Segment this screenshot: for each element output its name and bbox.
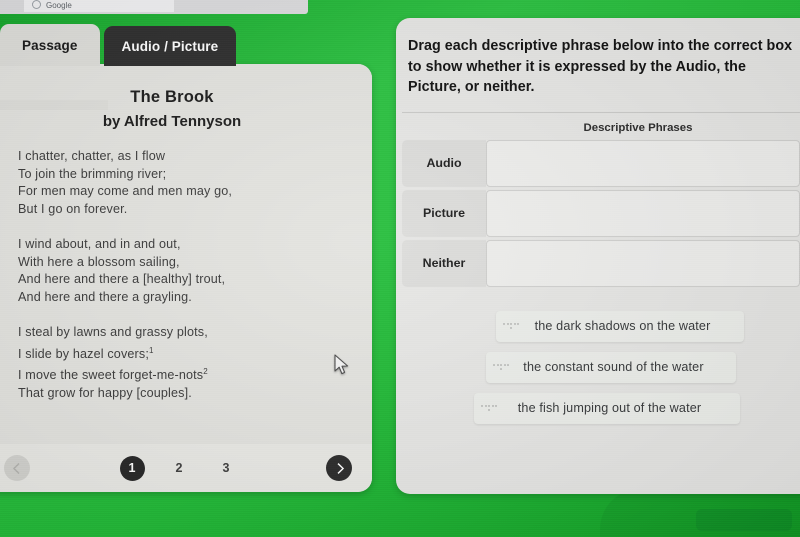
poem-author: by Alfred Tennyson — [102, 113, 242, 130]
poem-line: That grow for happy [couples]. — [18, 385, 192, 400]
instruction-part-3: , or neither. — [456, 79, 535, 95]
dropzone-target-audio[interactable] — [486, 139, 800, 187]
tab-bar: Passage Audio / Picture — [0, 24, 237, 66]
tab-passage-label: Passage — [22, 37, 78, 53]
instruction-bold-picture: Picture — [408, 79, 457, 95]
page-number-1[interactable]: 1 — [119, 455, 145, 481]
poem-line-with-footnote: I move the sweet forget-me-nots2 — [18, 363, 354, 385]
page-number-3[interactable]: 3 — [214, 456, 239, 481]
poem-stanza-2: I wind about, and in and out, With here … — [18, 236, 354, 306]
drag-handle-icon[interactable] — [493, 364, 509, 370]
browser-tab[interactable]: Google — [24, 0, 174, 12]
chevron-right-icon — [336, 462, 344, 474]
poem-line: With here a blossom sailing, — [18, 254, 180, 269]
page-number-2-label: 2 — [175, 461, 183, 475]
poem-line: I steal by lawns and grassy plots, — [18, 325, 208, 339]
poem-line: And here and there a [healthy] trout, — [18, 272, 226, 286]
draggable-phrase-3[interactable]: the fish jumping out of the water — [474, 392, 740, 424]
poem-line: To join the brimming river; — [18, 166, 167, 181]
poem-line: For men may come and men may go, — [18, 184, 233, 198]
dropzone-label-audio: Audio — [402, 139, 486, 187]
passage-body: The Brook by Alfred Tennyson I chatter, … — [0, 64, 372, 444]
activity-card: Drag each descriptive phrase below into … — [396, 18, 800, 494]
section-divider — [402, 111, 800, 113]
background-shape-secondary — [696, 509, 792, 531]
passage-card: The Brook by Alfred Tennyson I chatter, … — [0, 64, 372, 492]
page-number-3-label: 3 — [222, 461, 230, 475]
background-shape — [600, 489, 800, 537]
next-page-button[interactable] — [326, 455, 352, 481]
dropzone-target-picture[interactable] — [486, 189, 800, 237]
poem-line: But I go on forever. — [18, 201, 128, 216]
dropzone-table: Audio Picture Neither — [396, 139, 800, 287]
poem-line-text: I slide by hazel covers; — [18, 346, 149, 361]
phrase-bank: the dark shadows on the water the consta… — [396, 310, 800, 424]
dropzone-label-neither: Neither — [402, 239, 486, 287]
drag-handle-icon[interactable] — [481, 405, 497, 411]
tab-audio-picture[interactable]: Audio / Picture — [103, 26, 237, 66]
previous-page-button[interactable] — [4, 455, 30, 481]
draggable-phrase-1[interactable]: the dark shadows on the water — [496, 310, 744, 342]
instruction-text: Drag each descriptive phrase below into … — [396, 18, 800, 98]
instruction-bold-audio: Audio — [675, 58, 717, 75]
circle-favicon — [32, 0, 41, 9]
draggable-phrase-1-label: the dark shadows on the water — [534, 319, 711, 333]
instruction-part-2: , the — [716, 58, 746, 75]
tab-passage[interactable]: Passage — [0, 24, 100, 66]
browser-tab-title: Google — [46, 1, 72, 10]
app-background: Google Passage Audio / Picture The Brook… — [0, 0, 800, 537]
dropzone-label-picture: Picture — [402, 189, 486, 237]
draggable-phrase-2[interactable]: the constant sound of the water — [486, 351, 736, 383]
poem-stanza-1: I chatter, chatter, as I flow To join th… — [18, 148, 354, 218]
dropzone-target-neither[interactable] — [486, 239, 800, 287]
poem-line: I wind about, and in and out, — [18, 237, 181, 251]
poem-line-with-footnote: I slide by hazel covers;1 — [18, 342, 354, 364]
page-number-1-label: 1 — [128, 461, 136, 475]
chevron-left-icon — [12, 462, 20, 474]
poem-line-text: I move the sweet forget-me-nots — [18, 368, 204, 383]
passage-column: Passage Audio / Picture The Brook by Alf… — [0, 24, 376, 492]
footnote-marker[interactable]: 2 — [203, 367, 208, 376]
dropzone-row-neither: Neither — [402, 239, 800, 287]
draggable-phrase-2-label: the constant sound of the water — [523, 360, 704, 374]
dropzone-row-audio: Audio — [402, 139, 800, 187]
pagination-bar: 1 2 3 — [0, 444, 372, 492]
dropzone-column-header: Descriptive Phrases — [583, 121, 693, 134]
poem-stanza-3: I steal by lawns and grassy plots, I sli… — [18, 324, 354, 402]
drag-handle-icon[interactable] — [503, 323, 519, 329]
poem-line: And here and there a grayling. — [18, 289, 192, 304]
tab-audio-picture-label: Audio / Picture — [121, 38, 219, 54]
footnote-marker[interactable]: 1 — [149, 346, 154, 355]
draggable-phrase-3-label: the fish jumping out of the water — [517, 401, 702, 415]
browser-chrome-sliver: Google — [0, 0, 308, 14]
page-number-2[interactable]: 2 — [167, 456, 192, 481]
tab-blend-strip — [0, 100, 108, 110]
dropzone-row-picture: Picture — [402, 189, 800, 237]
poem-line: I chatter, chatter, as I flow — [18, 149, 166, 163]
